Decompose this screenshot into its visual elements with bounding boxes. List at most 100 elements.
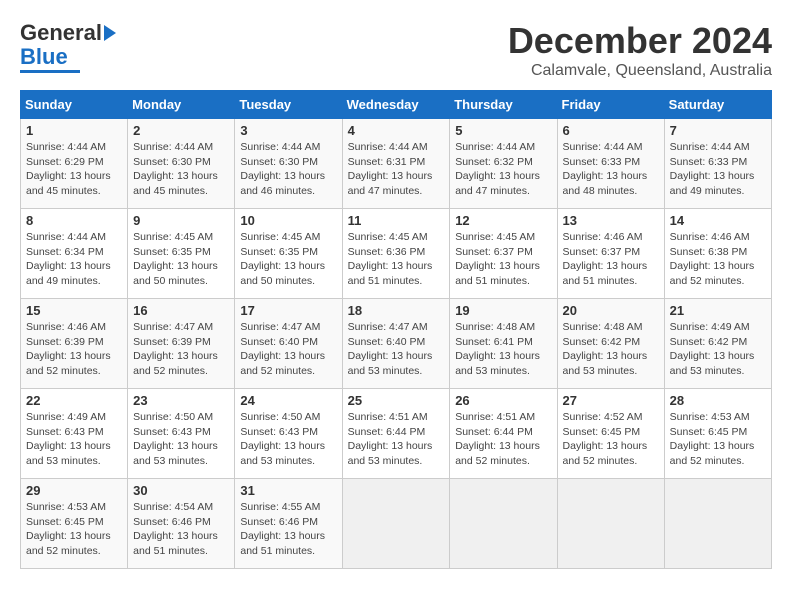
header-sunday: Sunday bbox=[21, 91, 128, 119]
header-monday: Monday bbox=[128, 91, 235, 119]
day-number: 25 bbox=[348, 393, 445, 408]
logo-general: General bbox=[20, 20, 102, 46]
calendar-week-2: 8 Sunrise: 4:44 AM Sunset: 6:34 PM Dayli… bbox=[21, 209, 772, 299]
day-number: 30 bbox=[133, 483, 229, 498]
calendar-title: December 2024 bbox=[508, 20, 772, 62]
day-info: Sunrise: 4:49 AM Sunset: 6:42 PM Dayligh… bbox=[670, 320, 766, 379]
day-info: Sunrise: 4:47 AM Sunset: 6:40 PM Dayligh… bbox=[348, 320, 445, 379]
day-number: 21 bbox=[670, 303, 766, 318]
day-info: Sunrise: 4:44 AM Sunset: 6:33 PM Dayligh… bbox=[563, 140, 659, 199]
page-header: General Blue December 2024 Calamvale, Qu… bbox=[20, 20, 772, 80]
day-number: 29 bbox=[26, 483, 122, 498]
day-info: Sunrise: 4:51 AM Sunset: 6:44 PM Dayligh… bbox=[455, 410, 551, 469]
day-info: Sunrise: 4:46 AM Sunset: 6:39 PM Dayligh… bbox=[26, 320, 122, 379]
day-number: 3 bbox=[240, 123, 336, 138]
weekday-header-row: Sunday Monday Tuesday Wednesday Thursday… bbox=[21, 91, 772, 119]
table-row: 14 Sunrise: 4:46 AM Sunset: 6:38 PM Dayl… bbox=[664, 209, 771, 299]
logo-blue: Blue bbox=[20, 46, 68, 68]
day-info: Sunrise: 4:48 AM Sunset: 6:42 PM Dayligh… bbox=[563, 320, 659, 379]
calendar-week-3: 15 Sunrise: 4:46 AM Sunset: 6:39 PM Dayl… bbox=[21, 299, 772, 389]
day-number: 11 bbox=[348, 213, 445, 228]
calendar-week-4: 22 Sunrise: 4:49 AM Sunset: 6:43 PM Dayl… bbox=[21, 389, 772, 479]
day-info: Sunrise: 4:55 AM Sunset: 6:46 PM Dayligh… bbox=[240, 500, 336, 559]
logo-line bbox=[20, 70, 80, 73]
table-row: 26 Sunrise: 4:51 AM Sunset: 6:44 PM Dayl… bbox=[450, 389, 557, 479]
day-info: Sunrise: 4:45 AM Sunset: 6:35 PM Dayligh… bbox=[133, 230, 229, 289]
day-info: Sunrise: 4:53 AM Sunset: 6:45 PM Dayligh… bbox=[26, 500, 122, 559]
day-info: Sunrise: 4:45 AM Sunset: 6:35 PM Dayligh… bbox=[240, 230, 336, 289]
day-number: 22 bbox=[26, 393, 122, 408]
day-number: 2 bbox=[133, 123, 229, 138]
table-row: 27 Sunrise: 4:52 AM Sunset: 6:45 PM Dayl… bbox=[557, 389, 664, 479]
day-info: Sunrise: 4:50 AM Sunset: 6:43 PM Dayligh… bbox=[133, 410, 229, 469]
calendar-table: Sunday Monday Tuesday Wednesday Thursday… bbox=[20, 90, 772, 569]
day-info: Sunrise: 4:44 AM Sunset: 6:32 PM Dayligh… bbox=[455, 140, 551, 199]
day-info: Sunrise: 4:52 AM Sunset: 6:45 PM Dayligh… bbox=[563, 410, 659, 469]
table-row: 31 Sunrise: 4:55 AM Sunset: 6:46 PM Dayl… bbox=[235, 479, 342, 569]
logo-arrow-icon bbox=[104, 25, 116, 41]
header-thursday: Thursday bbox=[450, 91, 557, 119]
day-number: 17 bbox=[240, 303, 336, 318]
day-number: 24 bbox=[240, 393, 336, 408]
day-number: 18 bbox=[348, 303, 445, 318]
day-number: 15 bbox=[26, 303, 122, 318]
table-row: 12 Sunrise: 4:45 AM Sunset: 6:37 PM Dayl… bbox=[450, 209, 557, 299]
day-number: 8 bbox=[26, 213, 122, 228]
day-number: 5 bbox=[455, 123, 551, 138]
table-row: 16 Sunrise: 4:47 AM Sunset: 6:39 PM Dayl… bbox=[128, 299, 235, 389]
table-row: 3 Sunrise: 4:44 AM Sunset: 6:30 PM Dayli… bbox=[235, 119, 342, 209]
day-info: Sunrise: 4:47 AM Sunset: 6:39 PM Dayligh… bbox=[133, 320, 229, 379]
calendar-week-1: 1 Sunrise: 4:44 AM Sunset: 6:29 PM Dayli… bbox=[21, 119, 772, 209]
table-row: 11 Sunrise: 4:45 AM Sunset: 6:36 PM Dayl… bbox=[342, 209, 450, 299]
day-number: 9 bbox=[133, 213, 229, 228]
day-number: 16 bbox=[133, 303, 229, 318]
table-row: 9 Sunrise: 4:45 AM Sunset: 6:35 PM Dayli… bbox=[128, 209, 235, 299]
day-info: Sunrise: 4:47 AM Sunset: 6:40 PM Dayligh… bbox=[240, 320, 336, 379]
day-info: Sunrise: 4:44 AM Sunset: 6:34 PM Dayligh… bbox=[26, 230, 122, 289]
table-row bbox=[342, 479, 450, 569]
table-row: 19 Sunrise: 4:48 AM Sunset: 6:41 PM Dayl… bbox=[450, 299, 557, 389]
header-wednesday: Wednesday bbox=[342, 91, 450, 119]
day-info: Sunrise: 4:53 AM Sunset: 6:45 PM Dayligh… bbox=[670, 410, 766, 469]
table-row: 10 Sunrise: 4:45 AM Sunset: 6:35 PM Dayl… bbox=[235, 209, 342, 299]
table-row: 4 Sunrise: 4:44 AM Sunset: 6:31 PM Dayli… bbox=[342, 119, 450, 209]
logo: General Blue bbox=[20, 20, 116, 73]
day-number: 14 bbox=[670, 213, 766, 228]
title-block: December 2024 Calamvale, Queensland, Aus… bbox=[508, 20, 772, 80]
table-row: 13 Sunrise: 4:46 AM Sunset: 6:37 PM Dayl… bbox=[557, 209, 664, 299]
day-info: Sunrise: 4:44 AM Sunset: 6:31 PM Dayligh… bbox=[348, 140, 445, 199]
day-number: 20 bbox=[563, 303, 659, 318]
day-number: 4 bbox=[348, 123, 445, 138]
table-row: 18 Sunrise: 4:47 AM Sunset: 6:40 PM Dayl… bbox=[342, 299, 450, 389]
day-info: Sunrise: 4:44 AM Sunset: 6:30 PM Dayligh… bbox=[240, 140, 336, 199]
day-info: Sunrise: 4:44 AM Sunset: 6:29 PM Dayligh… bbox=[26, 140, 122, 199]
table-row: 5 Sunrise: 4:44 AM Sunset: 6:32 PM Dayli… bbox=[450, 119, 557, 209]
day-info: Sunrise: 4:54 AM Sunset: 6:46 PM Dayligh… bbox=[133, 500, 229, 559]
header-friday: Friday bbox=[557, 91, 664, 119]
table-row: 22 Sunrise: 4:49 AM Sunset: 6:43 PM Dayl… bbox=[21, 389, 128, 479]
table-row: 8 Sunrise: 4:44 AM Sunset: 6:34 PM Dayli… bbox=[21, 209, 128, 299]
day-number: 13 bbox=[563, 213, 659, 228]
table-row: 1 Sunrise: 4:44 AM Sunset: 6:29 PM Dayli… bbox=[21, 119, 128, 209]
day-info: Sunrise: 4:51 AM Sunset: 6:44 PM Dayligh… bbox=[348, 410, 445, 469]
day-info: Sunrise: 4:44 AM Sunset: 6:30 PM Dayligh… bbox=[133, 140, 229, 199]
table-row: 15 Sunrise: 4:46 AM Sunset: 6:39 PM Dayl… bbox=[21, 299, 128, 389]
table-row: 7 Sunrise: 4:44 AM Sunset: 6:33 PM Dayli… bbox=[664, 119, 771, 209]
day-number: 19 bbox=[455, 303, 551, 318]
day-info: Sunrise: 4:45 AM Sunset: 6:37 PM Dayligh… bbox=[455, 230, 551, 289]
table-row: 17 Sunrise: 4:47 AM Sunset: 6:40 PM Dayl… bbox=[235, 299, 342, 389]
day-number: 26 bbox=[455, 393, 551, 408]
table-row: 24 Sunrise: 4:50 AM Sunset: 6:43 PM Dayl… bbox=[235, 389, 342, 479]
day-number: 10 bbox=[240, 213, 336, 228]
header-tuesday: Tuesday bbox=[235, 91, 342, 119]
day-info: Sunrise: 4:46 AM Sunset: 6:37 PM Dayligh… bbox=[563, 230, 659, 289]
table-row: 29 Sunrise: 4:53 AM Sunset: 6:45 PM Dayl… bbox=[21, 479, 128, 569]
day-info: Sunrise: 4:46 AM Sunset: 6:38 PM Dayligh… bbox=[670, 230, 766, 289]
day-number: 6 bbox=[563, 123, 659, 138]
day-info: Sunrise: 4:45 AM Sunset: 6:36 PM Dayligh… bbox=[348, 230, 445, 289]
day-info: Sunrise: 4:50 AM Sunset: 6:43 PM Dayligh… bbox=[240, 410, 336, 469]
table-row: 30 Sunrise: 4:54 AM Sunset: 6:46 PM Dayl… bbox=[128, 479, 235, 569]
table-row: 28 Sunrise: 4:53 AM Sunset: 6:45 PM Dayl… bbox=[664, 389, 771, 479]
day-number: 23 bbox=[133, 393, 229, 408]
day-number: 12 bbox=[455, 213, 551, 228]
